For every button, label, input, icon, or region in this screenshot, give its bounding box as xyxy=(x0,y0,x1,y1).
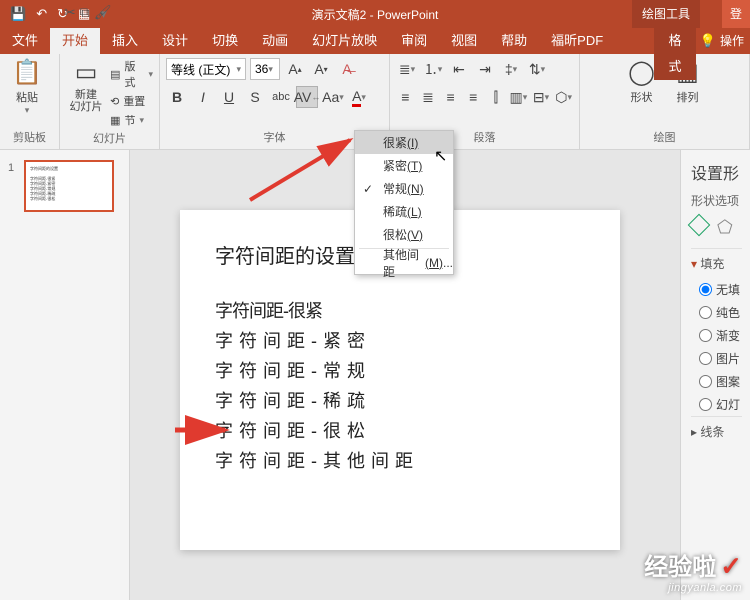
tab-foxit[interactable]: 福昕PDF xyxy=(539,28,615,54)
font-name-combo[interactable]: 等线 (正文)▾ xyxy=(166,58,246,80)
tell-me-label: 操作 xyxy=(720,28,744,54)
bulb-icon: 💡 xyxy=(700,28,716,54)
new-slide-label: 新建 幻灯片 xyxy=(70,89,103,113)
radio-gradient[interactable]: 渐变 xyxy=(691,324,742,347)
shrink-font-icon[interactable]: A▾ xyxy=(310,58,332,80)
reset-button[interactable]: ⟲重置 xyxy=(110,93,153,109)
distribute-button[interactable]: ⫿ xyxy=(487,86,506,108)
fill-line-icon[interactable] xyxy=(691,217,707,238)
radio-picture[interactable]: 图片 xyxy=(691,347,742,370)
menu-very-loose[interactable]: 很松(V) xyxy=(355,223,453,246)
decrease-indent-button[interactable]: ⇤ xyxy=(448,58,470,80)
group-drawing: 绘图 xyxy=(586,127,743,147)
window-title: 演示文稿2 - PowerPoint xyxy=(312,6,439,23)
layout-icon: ▤ xyxy=(110,68,120,81)
char-spacing-button[interactable]: AV↔ xyxy=(296,86,318,108)
pane-options[interactable]: 形状选项 xyxy=(691,192,742,209)
increase-indent-button[interactable]: ⇥ xyxy=(474,58,496,80)
fill-section[interactable]: ▾ 填充 xyxy=(691,248,742,278)
columns-button[interactable]: ▥▾ xyxy=(509,86,528,108)
slide-line: 字符间距-很紧 xyxy=(215,297,585,323)
clipboard-icon: 📋 xyxy=(12,58,42,87)
radio-pattern[interactable]: 图案 xyxy=(691,370,742,393)
line-spacing-button[interactable]: ‡▾ xyxy=(500,58,522,80)
tab-review[interactable]: 审阅 xyxy=(389,28,439,54)
format-shape-pane: 设置形 形状选项 ⬠ ▾ 填充 无填 纯色 渐变 图片 图案 幻灯 ▸ 线条 xyxy=(680,150,750,600)
copy-icon[interactable]: ⧉ xyxy=(80,4,90,20)
annotation-arrow xyxy=(175,420,235,445)
text-direction-button[interactable]: ⇅▾ xyxy=(526,58,548,80)
align-center-button[interactable]: ≣ xyxy=(419,86,438,108)
slide-line: 字 符 间 距 - 常 规 xyxy=(215,357,585,383)
reset-icon: ⟲ xyxy=(110,95,119,108)
align-right-button[interactable]: ≡ xyxy=(441,86,460,108)
watermark: 经验啦✓ jingyanla.com xyxy=(644,547,742,594)
tab-animation[interactable]: 动画 xyxy=(250,28,300,54)
numbering-button[interactable]: ⒈▾ xyxy=(422,58,444,80)
tab-transition[interactable]: 切换 xyxy=(200,28,250,54)
font-color-button[interactable]: A▾ xyxy=(348,86,370,108)
undo-icon[interactable]: ↶ xyxy=(36,6,47,22)
underline-button[interactable]: U xyxy=(218,86,240,108)
slide-line: 字 符 间 距 - 紧 密 xyxy=(215,327,585,353)
thumb-index: 1 xyxy=(8,162,14,174)
chevron-down-icon: ▾ xyxy=(25,105,30,116)
text-shadow-button[interactable]: abc xyxy=(270,86,292,108)
shapes-icon: ◯ xyxy=(628,58,655,87)
radio-slide-bg[interactable]: 幻灯 xyxy=(691,393,742,416)
radio-solid[interactable]: 纯色 xyxy=(691,301,742,324)
justify-button[interactable]: ≡ xyxy=(464,86,483,108)
slide-line: 字 符 间 距 - 稀 疏 xyxy=(215,387,585,413)
menu-more-spacing[interactable]: 其他间距(M)... xyxy=(355,251,453,274)
login-button[interactable]: 登 xyxy=(722,0,750,28)
layout-button[interactable]: ▤版式▾ xyxy=(110,58,153,90)
radio-no-fill[interactable]: 无填 xyxy=(691,278,742,301)
tab-design[interactable]: 设计 xyxy=(150,28,200,54)
bold-button[interactable]: B xyxy=(166,86,188,108)
strike-button[interactable]: S xyxy=(244,86,266,108)
format-painter-icon[interactable]: 🖌 xyxy=(94,4,112,20)
tab-help[interactable]: 帮助 xyxy=(489,28,539,54)
tab-home[interactable]: 开始 xyxy=(50,28,100,54)
new-slide-button[interactable]: ▭ 新建 幻灯片 xyxy=(66,58,106,113)
tab-insert[interactable]: 插入 xyxy=(100,28,150,54)
effects-icon[interactable]: ⬠ xyxy=(717,217,733,238)
contextual-tab-label: 绘图工具 xyxy=(632,0,700,28)
cut-icon[interactable]: ✂ xyxy=(64,4,76,20)
italic-button[interactable]: I xyxy=(192,86,214,108)
section-button[interactable]: ▦节▾ xyxy=(110,112,153,128)
line-section[interactable]: ▸ 线条 xyxy=(691,416,742,446)
slide-line: 字 符 间 距 - 很 松 xyxy=(215,417,585,443)
new-slide-icon: ▭ xyxy=(75,58,98,87)
thumbnail-pane: 1 字符间距的设置字符间距-很紧字符间距-紧密字符间距-常规字符间距-稀疏字符间… xyxy=(0,150,130,600)
section-icon: ▦ xyxy=(110,114,120,127)
align-left-button[interactable]: ≡ xyxy=(396,86,415,108)
grow-font-icon[interactable]: A▴ xyxy=(284,58,306,80)
tab-slideshow[interactable]: 幻灯片放映 xyxy=(300,28,389,54)
tab-file[interactable]: 文件 xyxy=(0,28,50,54)
check-icon: ✓ xyxy=(720,551,742,582)
clear-format-icon[interactable]: A̶ xyxy=(336,58,358,80)
group-slides: 幻灯片 xyxy=(66,128,153,148)
slide-line: 字 符 间 距 - 其 他 间 距 xyxy=(215,447,585,473)
paste-button[interactable]: 📋 粘贴 ▾ xyxy=(6,58,48,116)
tab-format[interactable]: 格式 xyxy=(654,28,696,80)
tab-view[interactable]: 视图 xyxy=(439,28,489,54)
annotation-arrow xyxy=(250,130,370,215)
change-case-button[interactable]: Aa▾ xyxy=(322,86,344,108)
font-size-combo[interactable]: 36▾ xyxy=(250,58,280,80)
slide-thumbnail[interactable]: 字符间距的设置字符间距-很紧字符间距-紧密字符间距-常规字符间距-稀疏字符间距-… xyxy=(24,160,114,212)
paste-label: 粘贴 xyxy=(16,89,38,105)
smartart-button[interactable]: ⬡▾ xyxy=(554,86,573,108)
pane-title: 设置形 xyxy=(691,160,742,184)
align-text-button[interactable]: ⊟▾ xyxy=(532,86,551,108)
group-clipboard: 剪贴板 xyxy=(6,127,53,147)
bullets-button[interactable]: ≣▾ xyxy=(396,58,418,80)
tell-me-button[interactable]: 💡操作 xyxy=(694,28,750,54)
save-icon[interactable]: 💾 xyxy=(10,6,26,22)
